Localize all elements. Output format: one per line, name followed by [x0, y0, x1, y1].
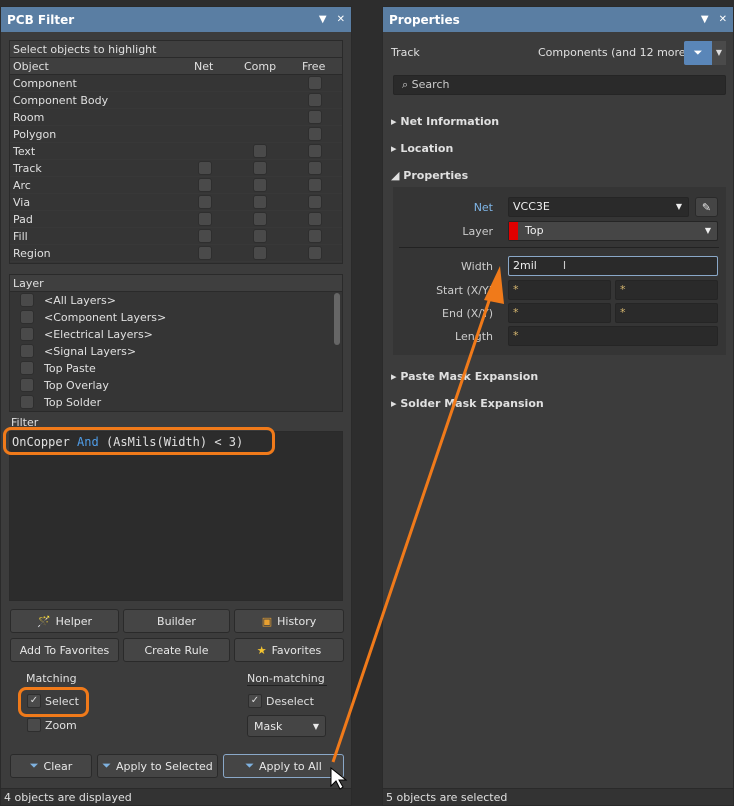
arrow-head [484, 266, 504, 304]
annotation-arrow [330, 266, 504, 790]
mouse-cursor-icon [330, 766, 348, 790]
arrow-line [331, 291, 494, 763]
